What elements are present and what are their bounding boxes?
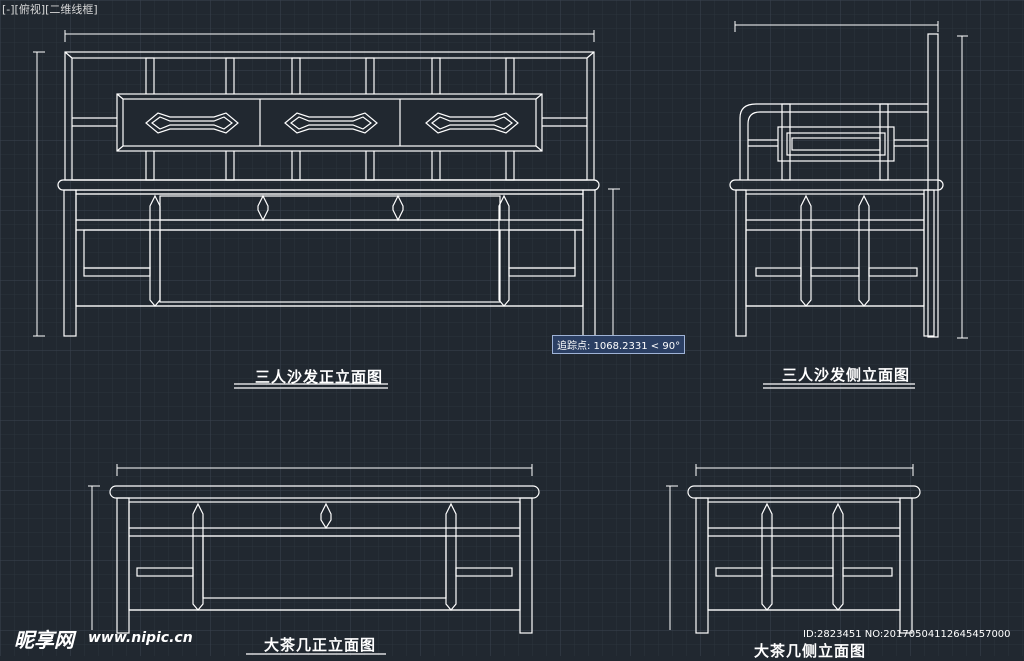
drawing-title-table-front: 大茶几正立面图 — [264, 636, 377, 654]
drawing-title-table-side: 大茶几侧立面图 — [754, 642, 867, 660]
tracking-point-tooltip: 追踪点: 1068.2331 < 90° — [552, 335, 686, 354]
watermark-logo: 昵享网 — [14, 628, 74, 652]
watermark-url: www.nipic.cn — [88, 630, 193, 646]
drawing-title-sofa-front: 三人沙发正立面图 — [255, 368, 384, 386]
cad-model-space[interactable] — [0, 0, 1024, 656]
viewport-label[interactable]: [-][俯视][二维线框] — [2, 3, 98, 16]
watermark-id: ID:2823451 NO:20170504112645457000 — [803, 629, 1011, 640]
drawing-title-sofa-side: 三人沙发侧立面图 — [782, 366, 911, 384]
